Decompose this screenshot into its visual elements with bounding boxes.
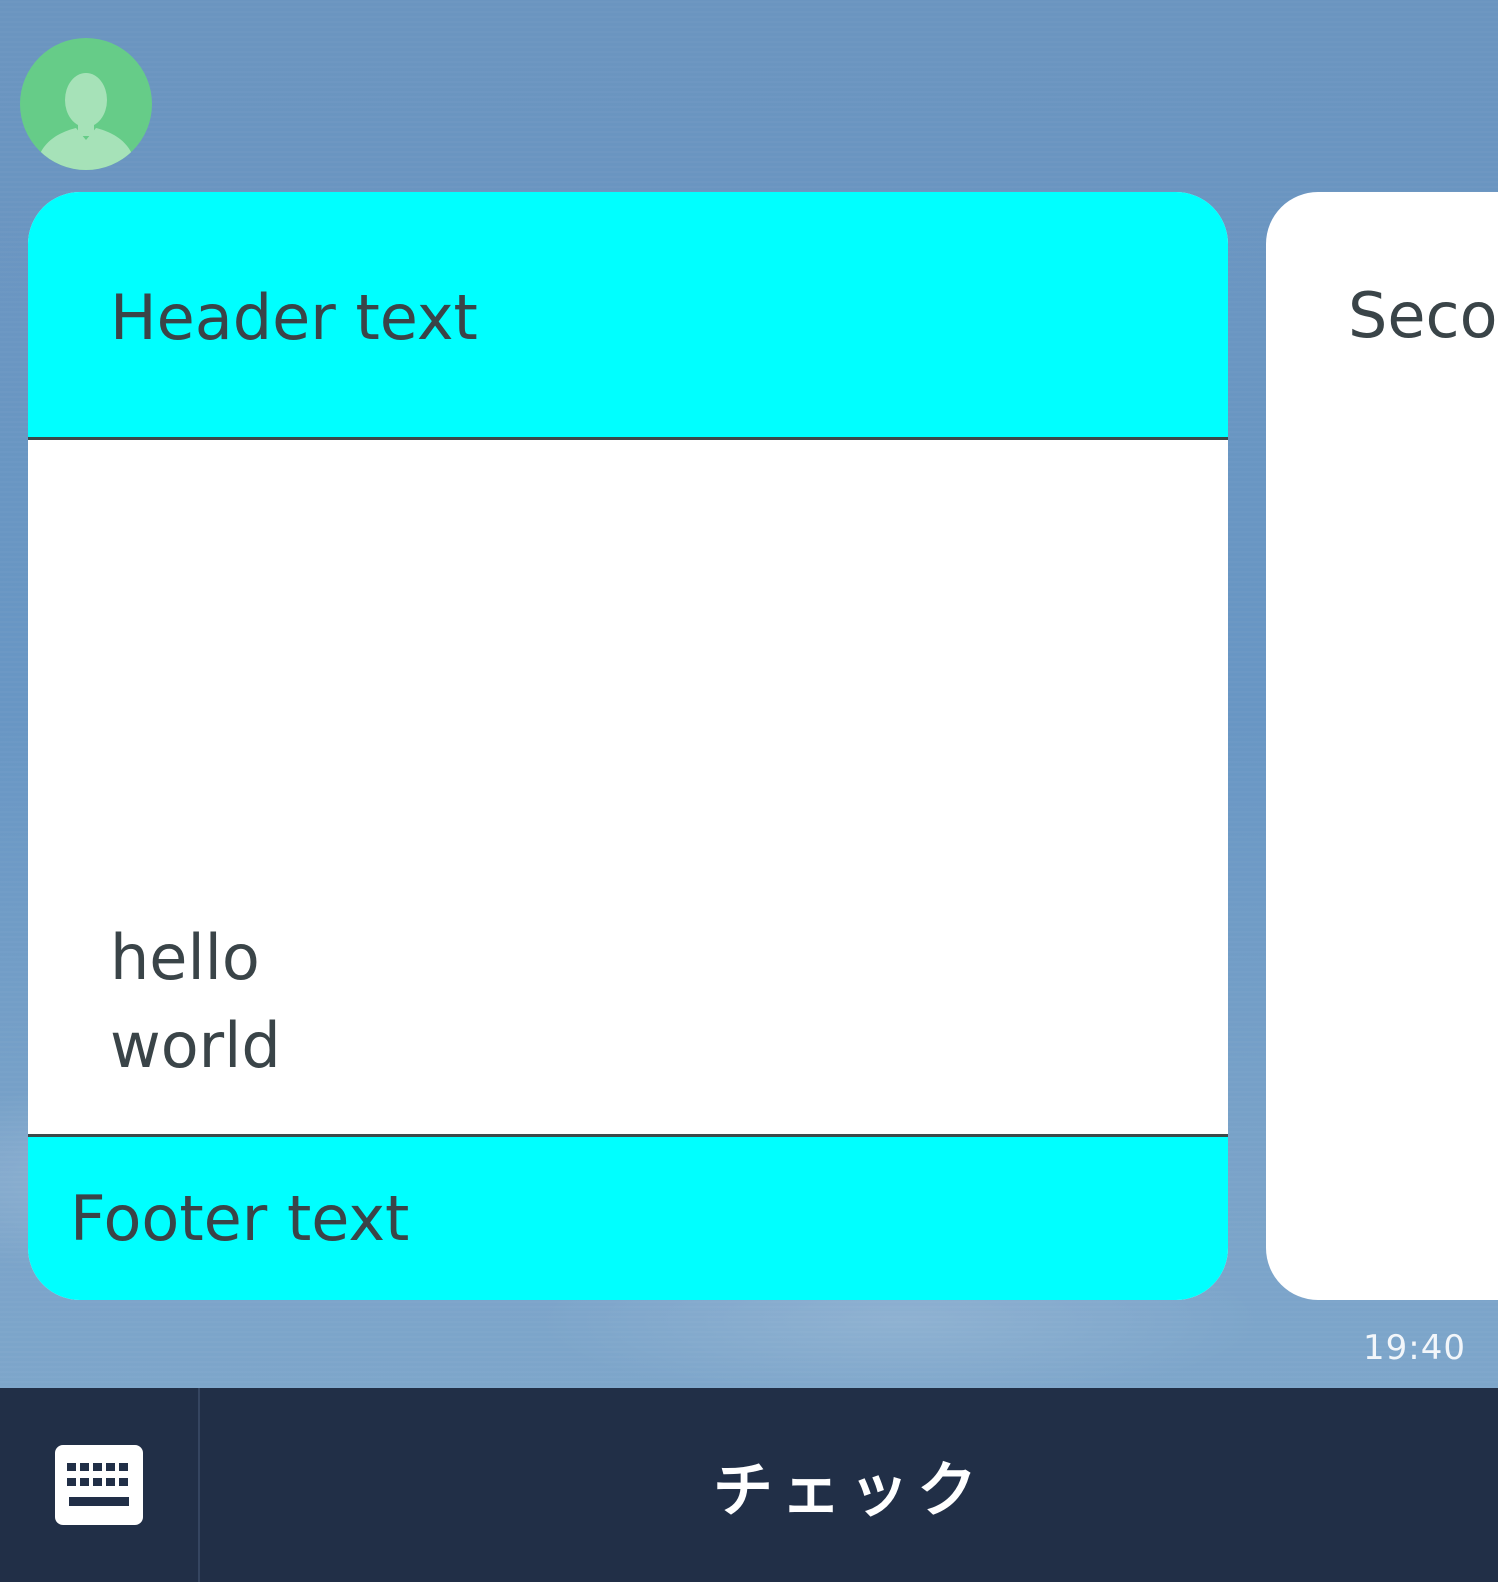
body-line-hello: hello [110,921,260,994]
bubble-header: Header text [28,192,1228,440]
bubble-header-text: Header text [110,281,478,354]
rich-menu-bar: チェック [0,1388,1498,1582]
flex-message-carousel[interactable]: Header text hello world Footer text Seco… [0,0,1498,1388]
bubble-body: hello world [28,440,1228,1134]
chat-screen: Header text hello world Footer text Seco… [0,0,1498,1582]
message-timestamp: 19:40 [1363,1328,1466,1368]
body-line-world: world [110,1009,281,1082]
carousel-bubble-1[interactable]: Header text hello world Footer text [28,192,1228,1300]
bubble-2-header-text: Secon [1348,279,1498,352]
bubble-footer: Footer text [28,1134,1228,1300]
carousel-bubble-2[interactable]: Secon [1266,192,1498,1300]
keyboard-toggle-button[interactable] [0,1388,200,1582]
bubble-footer-text: Footer text [70,1182,410,1255]
bubble-body-text: hello world [110,914,281,1090]
rich-menu-check-button[interactable]: チェック [200,1388,1498,1582]
keyboard-icon [55,1445,143,1525]
